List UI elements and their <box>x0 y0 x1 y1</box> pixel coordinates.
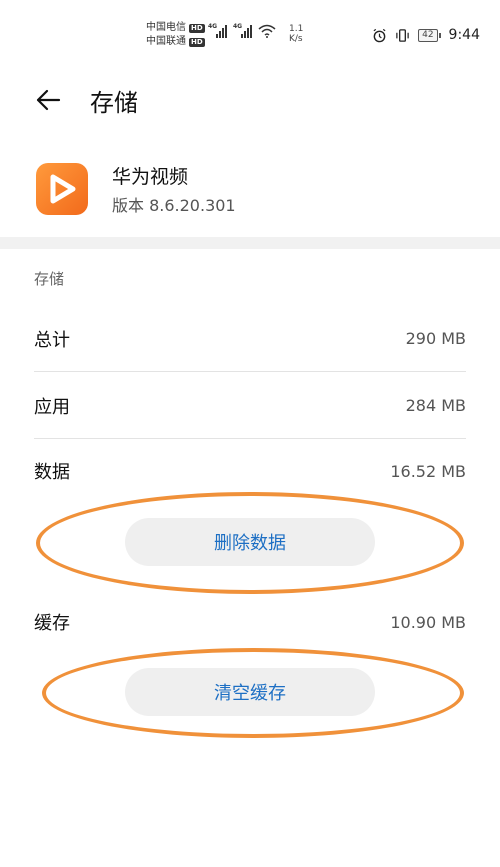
clear-cache-button[interactable]: 清空缓存 <box>125 668 375 716</box>
section-divider <box>0 237 500 249</box>
clear-data-button[interactable]: 删除数据 <box>125 518 375 566</box>
network-1-tag: 4G <box>208 23 218 30</box>
signal-1-icon: 4G <box>208 23 227 38</box>
total-label: 总计 <box>34 329 70 351</box>
page-title: 存储 <box>90 89 138 117</box>
data-value: 16.52 MB <box>390 461 466 481</box>
battery-level: 42 <box>418 28 438 42</box>
data-label: 数据 <box>34 462 70 483</box>
total-row: 总计 290 MB <box>34 306 466 372</box>
app-size-label: 应用 <box>34 396 70 418</box>
wifi-icon <box>258 24 276 38</box>
play-icon <box>50 174 76 204</box>
total-value: 290 MB <box>405 329 466 348</box>
app-version: 版本 8.6.20.301 <box>112 196 236 215</box>
hd-badge-1: HD <box>189 23 205 33</box>
status-right: 42 9:44 <box>372 27 480 43</box>
app-name: 华为视频 <box>112 166 189 188</box>
clock: 9:44 <box>448 27 480 43</box>
app-size-row: 应用 284 MB <box>34 373 466 439</box>
network-2-tag: 4G <box>233 23 243 30</box>
status-bar: 中国电信 HD 中国联通 HD 4G 4G 1.1 K/s 42 9:44 <box>0 0 500 60</box>
app-bar: 存储 <box>0 78 500 122</box>
battery-icon: 42 <box>418 28 441 42</box>
speed-value: 1.1 <box>289 24 304 34</box>
speed-unit: K/s <box>289 34 303 44</box>
cache-value: 10.90 MB <box>390 612 466 632</box>
app-info: 华为视频 版本 8.6.20.301 <box>0 160 500 220</box>
signal-indicators: 4G 4G <box>208 23 276 38</box>
signal-2-icon: 4G <box>233 23 252 38</box>
carrier-1-label: 中国电信 <box>146 22 186 33</box>
vibrate-icon <box>396 28 409 42</box>
huawei-video-app-icon <box>36 163 88 215</box>
data-row: 数据 16.52 MB <box>34 438 466 504</box>
cache-row: 缓存 10.90 MB <box>34 589 466 655</box>
storage-section-title: 存储 <box>34 270 65 288</box>
back-arrow-icon[interactable] <box>34 86 62 114</box>
carrier-info: 中国电信 HD 中国联通 HD <box>146 21 205 49</box>
app-size-value: 284 MB <box>405 396 466 415</box>
carrier-2-label: 中国联通 <box>146 36 186 47</box>
hd-badge-2: HD <box>189 37 205 47</box>
network-speed: 1.1 K/s <box>289 24 303 44</box>
alarm-icon <box>373 28 386 42</box>
cache-label: 缓存 <box>34 613 70 634</box>
